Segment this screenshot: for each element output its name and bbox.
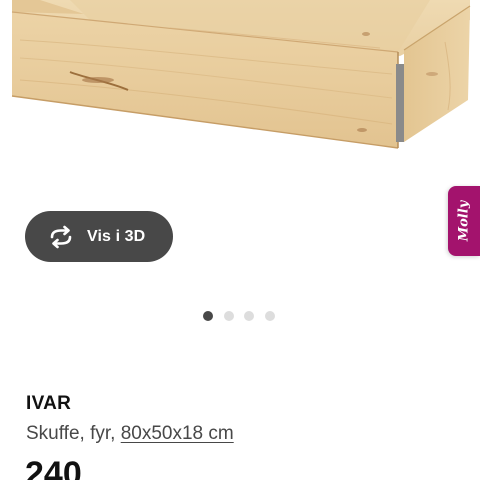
product-measurements-link[interactable]: 80x50x18 cm — [121, 423, 234, 444]
carousel-dot-2[interactable] — [223, 311, 234, 321]
product-price: 240 — [25, 455, 82, 480]
rotate-3d-icon — [50, 225, 72, 248]
carousel-dot-4[interactable] — [264, 311, 275, 321]
carousel-dot-1[interactable] — [203, 311, 213, 321]
drawer-illustration — [11, 0, 471, 149]
product-page: Vis i 3D Molly IVAR Skuffe, fyr, 80x50x1… — [0, 0, 480, 480]
product-description: Skuffe, fyr, 80x50x18 cm — [26, 423, 234, 445]
product-name: IVAR — [26, 393, 72, 414]
carousel-indicators — [203, 311, 285, 321]
view-in-3d-button[interactable]: Vis i 3D — [25, 211, 173, 262]
carousel-dot-3[interactable] — [244, 311, 254, 321]
product-description-text: Skuffe, fyr, — [26, 423, 116, 444]
molly-chat-tab[interactable]: Molly — [448, 186, 480, 256]
molly-label: Molly — [456, 200, 472, 242]
view-in-3d-label: Vis i 3D — [87, 227, 146, 245]
product-image[interactable] — [0, 0, 480, 160]
